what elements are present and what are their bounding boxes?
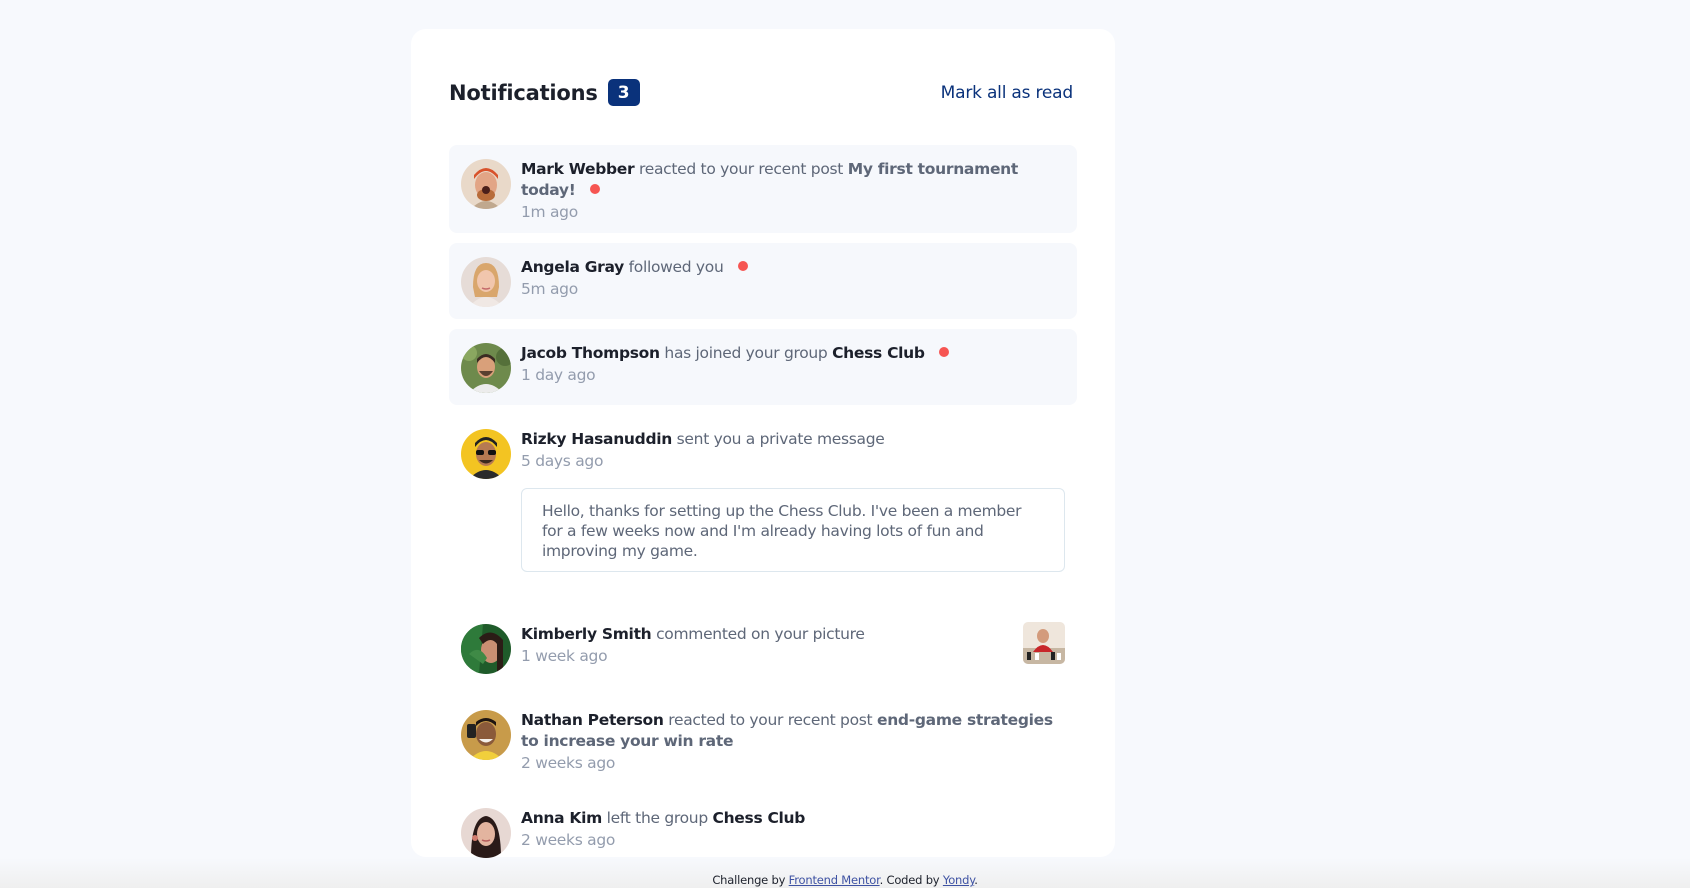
notification-item[interactable]: Nathan Peterson reacted to your recent p… — [449, 696, 1077, 784]
avatar-rizky-hasanuddin[interactable] — [461, 429, 511, 479]
user-name-link[interactable]: Mark Webber — [521, 160, 635, 178]
notification-text: Anna Kim left the group Chess Club — [521, 808, 1065, 829]
avatar-jacob-thompson-icon — [461, 343, 511, 393]
notification-item[interactable]: Anna Kim left the group Chess Club 2 wee… — [449, 794, 1077, 870]
mark-all-read-button[interactable]: Mark all as read — [941, 83, 1074, 103]
notification-content: Nathan Peterson reacted to your recent p… — [521, 708, 1065, 772]
frontend-mentor-link[interactable]: Frontend Mentor — [789, 873, 880, 887]
avatar-kimberly-smith-icon — [461, 624, 511, 674]
notification-action: reacted to your recent post — [638, 160, 844, 178]
user-name-link[interactable]: Nathan Peterson — [521, 711, 664, 729]
notification-time: 2 weeks ago — [521, 754, 616, 772]
notifications-card: Notifications 3 Mark all as read Mark We… — [411, 29, 1115, 858]
notification-item[interactable]: Mark Webber reacted to your recent post … — [449, 145, 1077, 233]
avatar-mark-webber[interactable] — [461, 159, 511, 209]
notification-content: Kimberly Smith commented on your picture… — [521, 622, 1065, 665]
notification-text: Nathan Peterson reacted to your recent p… — [521, 710, 1065, 752]
notification-action: sent you a private message — [676, 430, 885, 448]
user-name-link[interactable]: Angela Gray — [521, 258, 624, 276]
unread-count-badge: 3 — [607, 79, 640, 106]
attribution-prefix: Challenge by — [712, 873, 786, 887]
chess-picture-icon — [1023, 622, 1065, 664]
user-name-link[interactable]: Anna Kim — [521, 809, 602, 827]
commented-picture-thumbnail[interactable] — [1023, 622, 1065, 664]
notification-content: Angela Gray followed you 5m ago — [521, 255, 1065, 298]
notification-item[interactable]: Rizky Hasanuddin sent you a private mess… — [449, 415, 1077, 584]
notification-time: 5m ago — [521, 280, 578, 298]
avatar-rizky-hasanuddin-icon — [461, 429, 511, 479]
notification-action: followed you — [628, 258, 724, 276]
notification-item[interactable]: Angela Gray followed you 5m ago — [449, 243, 1077, 319]
avatar-jacob-thompson[interactable] — [461, 343, 511, 393]
user-name-link[interactable]: Kimberly Smith — [521, 625, 652, 643]
attribution-suffix: . — [974, 873, 978, 887]
notification-text: Mark Webber reacted to your recent post … — [521, 159, 1065, 201]
avatar-kimberly-smith[interactable] — [461, 624, 511, 674]
unread-dot-icon — [590, 184, 601, 194]
notification-action: commented on your picture — [656, 625, 865, 643]
attribution-middle: . Coded by — [879, 873, 940, 887]
notification-content: Mark Webber reacted to your recent post … — [521, 157, 1065, 221]
notification-item[interactable]: Kimberly Smith commented on your picture… — [449, 610, 1077, 686]
notification-time: 1 week ago — [521, 647, 608, 665]
notification-action: reacted to your recent post — [668, 711, 873, 729]
notification-action: left the group — [606, 809, 709, 827]
avatar-mark-webber-icon — [461, 159, 511, 209]
notification-text: Rizky Hasanuddin sent you a private mess… — [521, 429, 1065, 450]
notification-text: Angela Gray followed you — [521, 257, 1065, 278]
avatar-anna-kim[interactable] — [461, 808, 511, 858]
unread-dot-icon — [738, 261, 749, 271]
group-link[interactable]: Chess Club — [713, 809, 806, 827]
unread-dot-icon — [939, 347, 950, 357]
avatar-anna-kim-icon — [461, 808, 511, 858]
avatar-angela-gray[interactable] — [461, 257, 511, 307]
notification-list: Mark Webber reacted to your recent post … — [449, 145, 1077, 870]
author-link[interactable]: Yondy — [943, 873, 974, 887]
notification-item[interactable]: Jacob Thompson has joined your group Che… — [449, 329, 1077, 405]
notification-time: 2 weeks ago — [521, 831, 616, 849]
attribution-footer: Challenge by Frontend Mentor. Coded by Y… — [0, 873, 1690, 887]
page-title: Notifications — [449, 80, 598, 105]
notification-time: 1 day ago — [521, 366, 596, 384]
user-name-link[interactable]: Jacob Thompson — [521, 344, 660, 362]
avatar-nathan-peterson[interactable] — [461, 710, 511, 760]
notification-content: Rizky Hasanuddin sent you a private mess… — [521, 427, 1065, 572]
notification-action: has joined your group — [664, 344, 828, 362]
user-name-link[interactable]: Rizky Hasanuddin — [521, 430, 672, 448]
notification-text: Kimberly Smith commented on your picture — [521, 624, 1065, 645]
notification-content: Jacob Thompson has joined your group Che… — [521, 341, 1065, 384]
avatar-nathan-peterson-icon — [461, 710, 511, 760]
group-link[interactable]: Chess Club — [832, 344, 925, 362]
private-message-preview[interactable]: Hello, thanks for setting up the Chess C… — [521, 488, 1065, 572]
notification-time: 1m ago — [521, 203, 578, 221]
notification-time: 5 days ago — [521, 452, 604, 470]
notification-text: Jacob Thompson has joined your group Che… — [521, 343, 1065, 364]
card-header: Notifications 3 Mark all as read — [449, 29, 1077, 145]
title-group: Notifications 3 — [449, 79, 640, 106]
avatar-angela-gray-icon — [461, 257, 511, 307]
notification-content: Anna Kim left the group Chess Club 2 wee… — [521, 806, 1065, 849]
page: Notifications 3 Mark all as read Mark We… — [0, 0, 1690, 888]
